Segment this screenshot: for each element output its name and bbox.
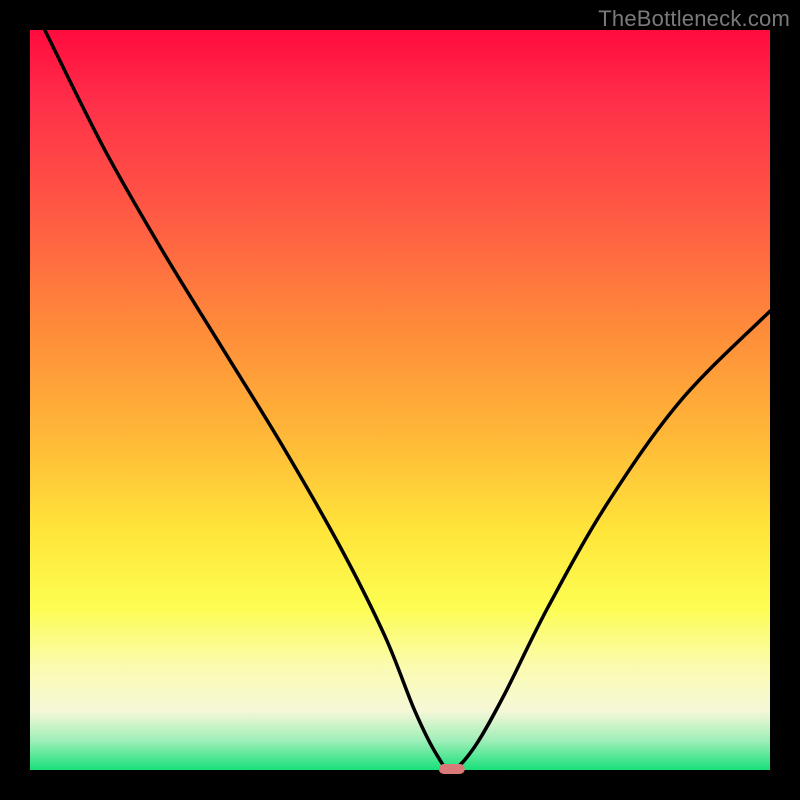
watermark-text: TheBottleneck.com <box>598 6 790 32</box>
bottleneck-curve <box>30 30 770 770</box>
min-marker <box>439 764 465 774</box>
plot-area <box>30 30 770 770</box>
curve-path <box>45 30 770 770</box>
chart-frame: TheBottleneck.com <box>0 0 800 800</box>
